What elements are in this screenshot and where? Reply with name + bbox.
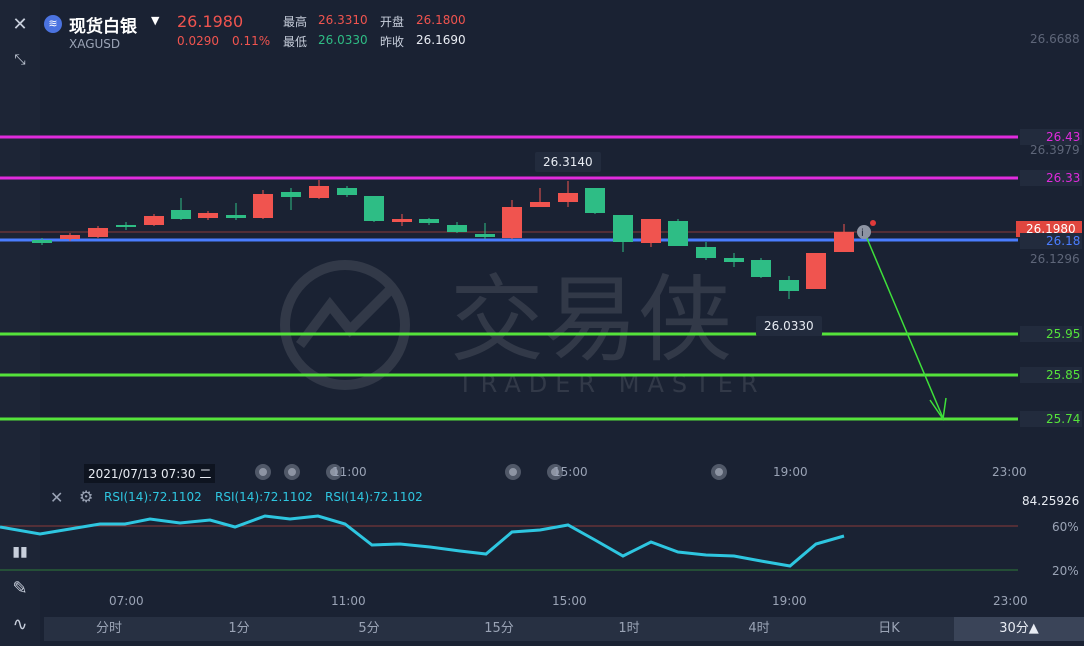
candle-body bbox=[834, 232, 854, 252]
tab-1hour[interactable]: 1时 bbox=[564, 617, 694, 641]
candle-body bbox=[447, 225, 467, 232]
projection-arrow[interactable] bbox=[865, 235, 944, 419]
candle-body bbox=[641, 219, 661, 243]
candle-body bbox=[364, 196, 384, 221]
level-tag-2574: 25.74 bbox=[1020, 411, 1082, 427]
bottom-time-1100: 11:00 bbox=[331, 594, 366, 608]
time-label-1100: 11:00 bbox=[332, 465, 367, 479]
candle-body bbox=[696, 247, 716, 258]
candle-body bbox=[724, 258, 744, 262]
candle-body bbox=[144, 216, 164, 225]
tab-5min[interactable]: 5分 bbox=[304, 617, 434, 641]
candle-body bbox=[32, 240, 52, 243]
level-tag-2595: 25.95 bbox=[1020, 326, 1082, 342]
candle-body bbox=[806, 253, 826, 289]
settings-gear-icon[interactable]: ⚙ bbox=[79, 487, 93, 506]
rsi-label-1: RSI(14):72.1102 bbox=[104, 490, 202, 504]
watermark-logo-icon bbox=[280, 260, 410, 390]
event-marker-icon[interactable] bbox=[255, 464, 271, 480]
candle-body bbox=[475, 234, 495, 237]
time-label-2300: 23:00 bbox=[992, 465, 1027, 479]
tab-4hour[interactable]: 4时 bbox=[694, 617, 824, 641]
tab-1min[interactable]: 1分 bbox=[174, 617, 304, 641]
candle-body bbox=[253, 194, 273, 218]
candle-body bbox=[779, 280, 799, 291]
level-tag-2585: 25.85 bbox=[1020, 367, 1082, 383]
candle-body bbox=[530, 202, 550, 207]
bottom-time-1500: 15:00 bbox=[552, 594, 587, 608]
candle-body bbox=[88, 228, 108, 237]
candle-body bbox=[558, 193, 578, 202]
tab-30min[interactable]: 30分▲ bbox=[954, 617, 1084, 641]
time-label-1500: 15:00 bbox=[553, 465, 588, 479]
candle-body bbox=[585, 188, 605, 213]
rsi-chart[interactable] bbox=[0, 505, 1084, 585]
rsi-series bbox=[0, 514, 845, 568]
candle-body bbox=[392, 219, 412, 222]
candle-body bbox=[502, 207, 522, 238]
svg-text:i: i bbox=[861, 228, 864, 239]
candle-body bbox=[198, 213, 218, 218]
candle-body bbox=[309, 186, 329, 198]
watermark-text: 交易侠 bbox=[450, 266, 732, 375]
event-marker-icon[interactable] bbox=[284, 464, 300, 480]
rsi-level-20: 20% bbox=[1052, 564, 1079, 578]
candle-body bbox=[668, 221, 688, 246]
candle-body bbox=[60, 235, 80, 239]
low-callout: 26.0330 bbox=[756, 316, 822, 336]
candle-body bbox=[337, 188, 357, 195]
candle-body bbox=[751, 260, 771, 277]
rsi-label-2: RSI(14):72.1102 bbox=[215, 490, 313, 504]
tab-daily[interactable]: 日K bbox=[824, 617, 954, 641]
level-tag-2633: 26.33 bbox=[1020, 170, 1082, 186]
projection-arrow-head bbox=[929, 397, 947, 422]
tab-15min[interactable]: 15分 bbox=[434, 617, 564, 641]
axis-price-mid-lower: 26.1296 bbox=[1030, 252, 1080, 266]
axis-price-mid-upper: 26.3979 bbox=[1030, 143, 1080, 157]
rsi-label-3: RSI(14):72.1102 bbox=[325, 490, 423, 504]
candle-body bbox=[116, 225, 136, 227]
event-marker-icon[interactable] bbox=[711, 464, 727, 480]
bottom-time-1900: 19:00 bbox=[772, 594, 807, 608]
bottom-time-2300: 23:00 bbox=[993, 594, 1028, 608]
tab-timeshare[interactable]: 分时 bbox=[44, 617, 174, 641]
rsi-level-60: 60% bbox=[1052, 520, 1079, 534]
candle-body bbox=[613, 215, 633, 242]
candle-body bbox=[419, 219, 439, 223]
info-icon[interactable] bbox=[857, 225, 871, 239]
level-tag-2618: 26.18 bbox=[1020, 233, 1082, 249]
time-label-1900: 19:00 bbox=[773, 465, 808, 479]
bottom-time-0700: 07:00 bbox=[109, 594, 144, 608]
event-marker-icon[interactable] bbox=[505, 464, 521, 480]
candle-body bbox=[281, 192, 301, 197]
high-callout: 26.3140 bbox=[535, 152, 601, 172]
last-price-marker bbox=[870, 220, 876, 226]
axis-price-top: 26.6688 bbox=[1030, 32, 1080, 46]
crosshair-time-label: 2021/07/13 07:30 二 bbox=[84, 464, 216, 483]
candle-body bbox=[226, 215, 246, 218]
level-tag-2643: 26.43 bbox=[1020, 129, 1082, 145]
candle-body bbox=[171, 210, 191, 219]
